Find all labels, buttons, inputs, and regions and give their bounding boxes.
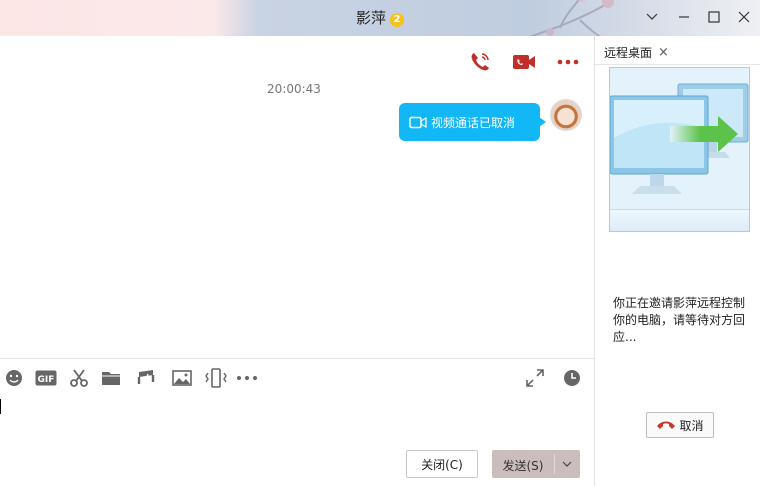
tab-close-icon[interactable]: × [658, 45, 669, 60]
close-button[interactable]: 关闭(C) [406, 450, 478, 478]
tab-underline [595, 64, 760, 65]
shake-icon [205, 368, 227, 388]
title-bar: 影萍 2 [0, 0, 760, 36]
input-toolbar: GIF [0, 366, 594, 390]
close-icon [738, 11, 750, 23]
image-button[interactable] [170, 366, 194, 390]
gif-button[interactable]: GIF [34, 366, 58, 390]
avatar[interactable] [550, 99, 582, 131]
video-camera-icon [409, 116, 427, 128]
send-button[interactable]: 发送(S) [492, 450, 580, 478]
file-button[interactable] [99, 366, 123, 390]
dropdown-button[interactable] [640, 6, 664, 28]
tab-remote-desktop[interactable]: 远程桌面 × [598, 40, 669, 64]
more-options-button[interactable] [556, 50, 580, 74]
expand-input-button[interactable] [523, 366, 547, 390]
illustration-footer [610, 209, 749, 231]
folder-icon [102, 372, 120, 385]
music-icon [137, 370, 155, 387]
remote-desktop-panel: 远程桌面 × 你正在邀请影萍远程控制你的电脑，请等待对方回应... 取消 [595, 36, 760, 486]
video-camera-icon [513, 55, 535, 69]
maximize-icon [708, 11, 720, 23]
expand-icon [526, 369, 544, 387]
cancel-button[interactable]: 取消 [646, 412, 714, 438]
message-timestamp: 20:00:43 [267, 82, 321, 96]
minimize-icon [679, 16, 689, 18]
history-button[interactable] [560, 366, 584, 390]
screenshot-button[interactable] [67, 366, 91, 390]
window-close-button[interactable] [732, 6, 756, 28]
emoji-icon [6, 370, 22, 386]
input-divider [0, 358, 594, 359]
cancel-button-label: 取消 [679, 418, 704, 433]
text-cursor[interactable] [0, 399, 1, 414]
send-options-button[interactable] [558, 456, 576, 472]
shake-button[interactable] [204, 366, 228, 390]
monitors-icon [609, 68, 749, 209]
vip-badge-icon: 2 [390, 13, 404, 27]
chevron-down-icon [646, 13, 658, 20]
gif-icon: GIF [35, 370, 57, 386]
voice-call-button[interactable] [468, 50, 492, 74]
video-call-button[interactable] [512, 50, 536, 74]
call-actions [468, 50, 580, 74]
scissors-icon [70, 369, 88, 387]
maximize-button[interactable] [702, 6, 726, 28]
send-button-divider [554, 454, 555, 474]
music-button[interactable] [134, 366, 158, 390]
invite-status-text: 你正在邀请影萍远程控制你的电脑，请等待对方回应... [613, 296, 746, 344]
chat-area: 20:00:43 视频通话已取消 GIF 关闭(C) 发送(S) [0, 36, 594, 486]
image-icon [172, 370, 192, 386]
more-icon [237, 376, 257, 380]
clock-icon [564, 370, 580, 386]
emoji-button[interactable] [2, 366, 26, 390]
hang-up-icon [657, 421, 676, 429]
svg-text:GIF: GIF [38, 375, 55, 385]
tab-label: 远程桌面 [604, 45, 653, 60]
message-bubble[interactable]: 视频通话已取消 [399, 103, 546, 141]
toolbar-more-button[interactable] [235, 366, 259, 390]
message-text: 视频通话已取消 [431, 115, 516, 130]
phone-icon [471, 53, 489, 71]
minimize-button[interactable] [672, 6, 696, 28]
more-dots-icon [557, 59, 579, 65]
contact-name: 影萍 [355, 9, 386, 27]
chevron-down-icon [562, 461, 572, 467]
remote-desktop-illustration [609, 67, 750, 232]
send-button-label: 发送(S) [502, 459, 544, 473]
